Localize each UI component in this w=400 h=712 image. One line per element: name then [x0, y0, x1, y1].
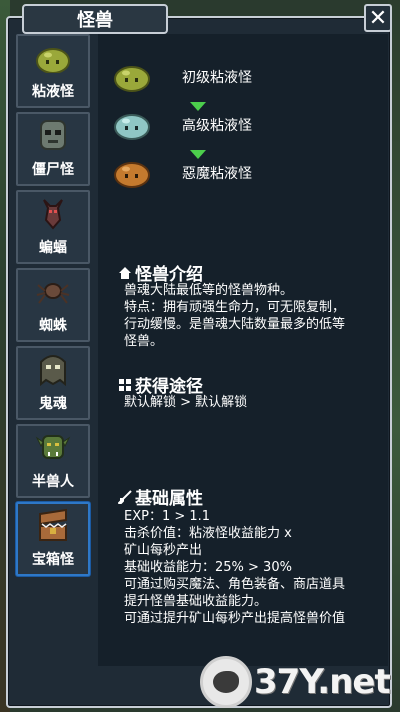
sidebar-item-label: 宝箱怪	[32, 552, 74, 568]
evolution-arrow-icon	[190, 150, 206, 159]
evolution-stage-name: 初级粘液怪	[182, 70, 252, 86]
watermark-text: 37Y.net	[254, 662, 391, 702]
sidebar-item-zombie[interactable]: 僵尸怪	[16, 112, 90, 186]
sword-icon	[118, 489, 132, 504]
sidebar-item-slime[interactable]: 粘液怪	[16, 34, 90, 108]
sidebar-item-label: 蝙蝠	[39, 240, 67, 256]
sidebar-item-label: 半兽人	[32, 474, 74, 490]
sidebar-item-label: 僵尸怪	[32, 162, 74, 178]
green-slime-icon	[114, 66, 150, 92]
sidebar-item-spider[interactable]: 蜘蛛	[16, 268, 90, 342]
close-icon: ✕	[368, 5, 388, 31]
evolution-stage: 惡魔粘液怪	[112, 158, 252, 188]
ghost-icon	[33, 351, 73, 389]
evolution-arrow-icon	[190, 102, 206, 111]
monster-detail: 初级粘液怪 高级粘液怪 惡魔粘液怪 怪兽介绍 兽魂大陆最低等的怪兽物种。 特点：…	[98, 34, 388, 666]
orange-slime-icon	[114, 162, 150, 188]
evolution-stage-name: 惡魔粘液怪	[182, 166, 252, 182]
watermark-logo-icon	[200, 656, 252, 708]
spider-icon	[33, 273, 73, 311]
evolution-stage: 初级粘液怪	[112, 62, 252, 92]
evolution-stage: 高级粘液怪	[112, 110, 252, 140]
zombie-icon	[33, 117, 73, 155]
evolution-stage-name: 高级粘液怪	[182, 118, 252, 134]
close-button[interactable]: ✕	[364, 4, 392, 32]
obtain-text: 默认解锁 > 默认解锁	[124, 395, 248, 410]
panel-title: 怪兽	[22, 4, 168, 34]
attributes-section-title: 基础属性	[118, 484, 203, 509]
sidebar-item-orc[interactable]: 半兽人	[16, 424, 90, 498]
sidebar-item-label: 蜘蛛	[39, 318, 67, 334]
orc-icon	[33, 429, 73, 467]
blue-slime-icon	[114, 114, 150, 140]
attributes-text: EXP：1 > 1.1 击杀价值：粘液怪收益能力 x 矿山每秒产出 基础收益能力…	[124, 509, 346, 626]
intro-text: 兽魂大陆最低等的怪兽物种。 特点：拥有顽强生命力，可无限复制， 行动缓慢。是兽魂…	[124, 283, 346, 349]
watermark: 37Y.net	[200, 654, 396, 710]
grid-icon	[119, 378, 131, 391]
sidebar-item-ghost[interactable]: 鬼魂	[16, 346, 90, 420]
sidebar-item-bat[interactable]: 蝙蝠	[16, 190, 90, 264]
sidebar-item-label: 鬼魂	[39, 396, 67, 412]
green-slime-icon	[33, 39, 73, 77]
bat-icon	[33, 195, 73, 233]
monster-sidebar: 粘液怪 僵尸怪 蝙蝠 蜘蛛 鬼魂 半兽人 宝箱怪	[16, 34, 92, 580]
sidebar-item-label: 粘液怪	[32, 84, 74, 100]
mimic-chest-icon	[33, 507, 73, 545]
monster-panel: 怪兽 ✕ 粘液怪 僵尸怪 蝙蝠 蜘蛛 鬼魂 半兽人 宝箱怪 初级粘液怪 高级粘液…	[6, 4, 392, 708]
home-icon	[119, 266, 131, 279]
sidebar-item-mimic[interactable]: 宝箱怪	[16, 502, 90, 576]
